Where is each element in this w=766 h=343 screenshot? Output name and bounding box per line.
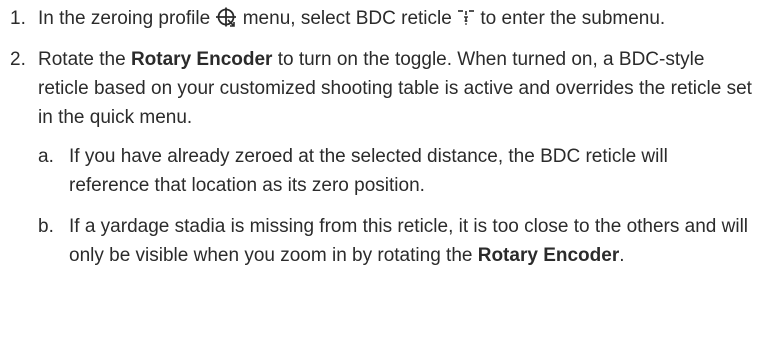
step-text: In the zeroing profile menu, select BDC … <box>38 4 752 33</box>
step-text-part: Rotate the <box>38 49 131 70</box>
instruction-document: 1. In the zeroing profile menu, select B… <box>0 0 766 270</box>
substep-b: b. If a yardage stadia is missing from t… <box>38 212 752 270</box>
step-2: 2. Rotate the Rotary Encoder to turn on … <box>10 45 752 132</box>
step-1: 1. In the zeroing profile menu, select B… <box>10 4 752 33</box>
step-text-part: to enter the submenu. <box>475 8 666 29</box>
substep-letter: a. <box>38 146 54 167</box>
substep-a: a. If you have already zeroed at the sel… <box>38 142 752 200</box>
bdc-reticle-icon <box>457 9 475 27</box>
substep-text: If a yardage stadia is missing from this… <box>69 212 752 270</box>
step-number: 1. <box>10 8 26 29</box>
step-text: Rotate the Rotary Encoder to turn on the… <box>38 45 752 132</box>
substep-text: If you have already zeroed at the select… <box>69 146 668 196</box>
rotary-encoder-term: Rotary Encoder <box>130 49 273 70</box>
zeroing-profile-icon <box>215 7 237 27</box>
substep-text-part: If a yardage stadia is missing from this… <box>69 216 749 266</box>
substep-letter: b. <box>38 216 54 237</box>
step-text-part: In the zeroing profile <box>38 8 216 29</box>
step-2-substeps: a. If you have already zeroed at the sel… <box>10 142 752 270</box>
rotary-encoder-term: Rotary Encoder <box>477 245 620 266</box>
step-text-part: menu, select BDC reticle <box>237 8 458 29</box>
substep-text-part: . <box>619 245 625 266</box>
step-number: 2. <box>10 49 26 70</box>
